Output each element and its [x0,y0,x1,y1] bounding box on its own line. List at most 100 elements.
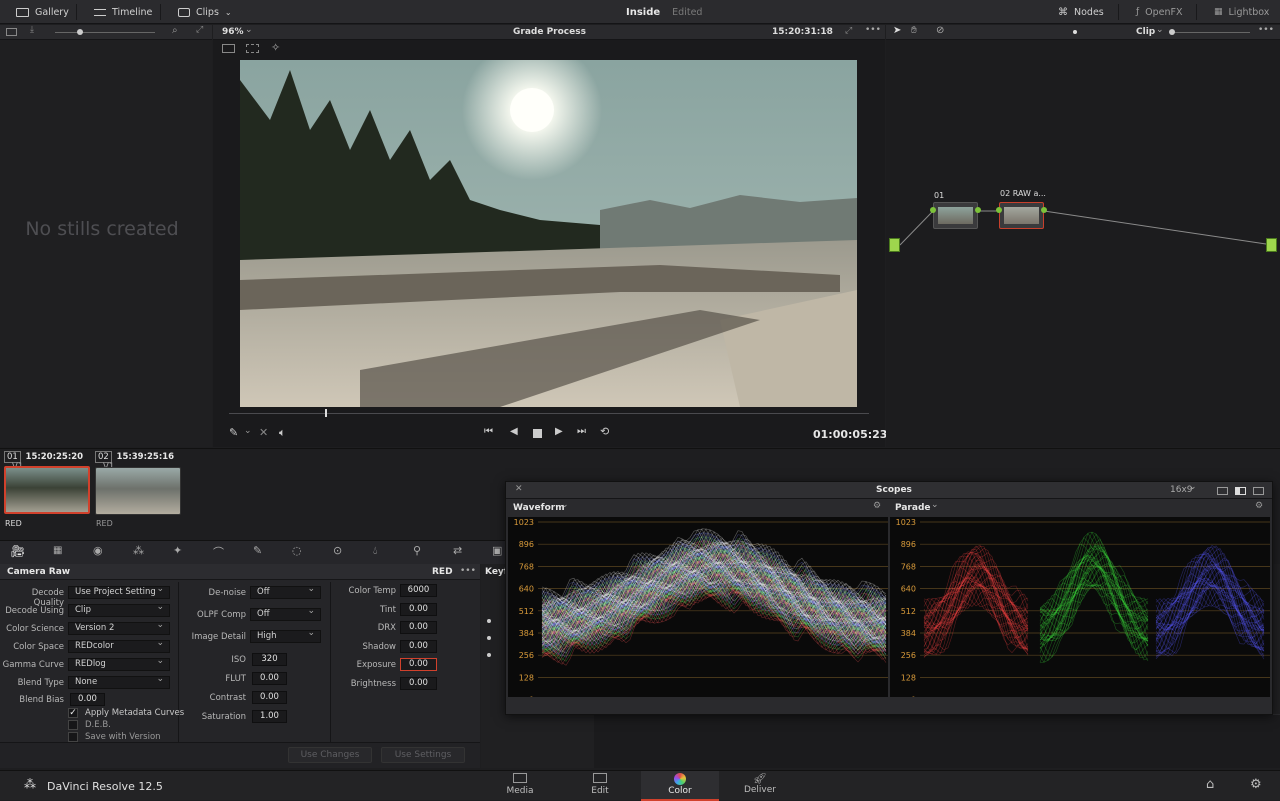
viewer-title[interactable]: Grade Process [513,27,586,37]
raw-mid-dropdown[interactable]: High [250,628,321,643]
gallery-zoom-slider[interactable] [55,32,155,33]
raw-mid-num-field[interactable]: 320 [252,653,287,666]
camera-raw-icon[interactable]: 🎥︎ [10,544,25,558]
keyframe-track-dot[interactable] [487,619,491,623]
search-icon[interactable]: ⌕ [172,25,178,36]
chevron-down-icon[interactable]: ⌄ [579,25,587,35]
loop-icon[interactable]: ⟲ [600,425,609,438]
timeline-button[interactable]: Timeline [94,0,152,24]
blur-icon[interactable]: 💧︎ [373,544,377,558]
clips-button[interactable]: Clips ⌄ [178,0,232,24]
step-back-icon[interactable]: ◀ [510,426,518,437]
chevron-down-icon[interactable]: ⌄ [931,500,939,510]
raw-mid-dropdown[interactable]: Off [250,606,321,621]
rgb-mixer-icon[interactable]: ⁂ [133,544,144,557]
curves-icon[interactable]: ⌒ [213,544,224,560]
split-view-icon[interactable] [222,44,235,53]
keyframe-track-dot[interactable] [487,653,491,657]
keyframe-track-dot[interactable] [487,636,491,640]
node-2[interactable] [999,202,1044,229]
sizing-icon[interactable]: ⇄ [453,544,462,557]
raw-mid-num-field[interactable]: 0.00 [252,672,287,685]
play-icon[interactable]: ▶ [555,426,563,437]
node-input[interactable] [889,238,900,252]
fullscreen-icon[interactable]: ⤢ [845,26,852,36]
gallery-view-icon[interactable] [6,28,17,36]
raw-right-field[interactable]: 0.00 [400,658,437,672]
skip-back-icon[interactable]: ⏮︎ [484,426,493,437]
raw-mid-num-field[interactable]: 0.00 [252,691,287,704]
raw-right-field[interactable]: 0.00 [400,602,437,616]
openfx-button[interactable]: ƒ OpenFX [1136,0,1183,24]
media-page-button[interactable]: Media [481,771,559,801]
raw-left-dropdown[interactable]: REDlog [68,656,170,671]
node-dot[interactable] [996,207,1002,213]
playhead[interactable] [325,409,327,417]
color-match-icon[interactable]: ▦ [53,545,62,556]
chevron-down-icon[interactable]: ⌄ [1189,482,1197,492]
node-output[interactable] [1266,238,1277,252]
deb-checkbox[interactable] [68,720,78,730]
eyedropper-icon[interactable]: ✎ [229,426,238,439]
nodes-button[interactable]: ⌘ Nodes [1058,0,1104,24]
gear-icon[interactable]: ⚙︎ [1250,777,1262,792]
color-page-button[interactable]: Color [641,771,719,801]
scope-settings-icon[interactable]: ⚙︎ [873,501,881,511]
lightbox-button[interactable]: ▦ Lightbox [1214,0,1269,24]
use-settings-button[interactable]: Use Settings [381,747,465,763]
chevron-down-icon[interactable]: ⌄ [244,426,252,436]
grid-icon[interactable] [246,44,259,53]
quad-view-icon[interactable] [1253,487,1264,495]
3d-icon[interactable]: ▣ [492,544,502,557]
raw-right-field[interactable]: 0.00 [400,677,437,690]
qualifier-icon[interactable]: ✎ [253,544,262,557]
raw-right-field[interactable]: 0.00 [400,639,437,653]
save-with-version-checkbox[interactable] [68,732,78,742]
more-options-icon[interactable]: ••• [460,566,476,576]
scope-settings-icon[interactable]: ⚙︎ [1255,501,1263,511]
edit-page-button[interactable]: Edit [561,771,639,801]
raw-right-field[interactable]: 0.00 [400,621,437,635]
more-options-icon[interactable]: ••• [865,25,881,35]
node-dot[interactable] [975,207,981,213]
raw-left-dropdown[interactable]: Use Project Setting [68,584,170,599]
blend-bias-field[interactable]: 0.00 [70,693,105,706]
color-wheels-icon[interactable]: ◉ [93,544,103,557]
parade-select[interactable]: Parade [895,503,931,513]
magic-wand-icon[interactable]: ✧ [271,41,280,54]
use-changes-button[interactable]: Use Changes [288,747,372,763]
slider-handle[interactable] [77,29,83,35]
clip-2-thumbnail[interactable] [95,467,181,515]
key-icon[interactable]: ⚲ [413,544,421,557]
clip-1-thumbnail[interactable] [4,466,90,514]
stop-icon[interactable] [533,429,542,438]
gallery-button[interactable]: Gallery [16,0,69,24]
skip-forward-icon[interactable]: ⏭︎ [577,426,586,437]
window-icon[interactable]: ◌ [292,544,302,557]
raw-left-dropdown[interactable]: None [68,674,170,689]
expand-icon[interactable]: ⤢ [196,25,203,35]
node-dot[interactable] [1041,207,1047,213]
raw-left-dropdown[interactable]: Version 2 [68,620,170,635]
node-1[interactable] [933,202,978,229]
dual-view-icon[interactable] [1235,487,1246,495]
speaker-icon[interactable]: 🔈︎ [279,426,286,440]
zoom-level[interactable]: 96% [222,27,244,37]
waveform-select[interactable]: Waveform [513,503,565,513]
close-icon[interactable]: ✕ [259,426,268,439]
chevron-down-icon[interactable]: ⌄ [561,500,569,510]
tracker-icon[interactable]: ⊙ [333,544,342,557]
raw-mid-dropdown[interactable]: Off [250,584,321,599]
raw-left-dropdown[interactable]: Clip [68,602,170,617]
chevron-down-icon[interactable]: ⌄ [245,25,253,35]
home-icon[interactable]: ⌂ [1206,777,1214,792]
close-icon[interactable]: ✕ [515,484,523,494]
raw-mid-num-field[interactable]: 1.00 [252,710,287,723]
deliver-page-button[interactable]: 🚀︎ Deliver [721,771,799,801]
node-dot[interactable] [930,207,936,213]
download-icon[interactable]: ⤓ [30,25,34,35]
apply-metadata-curves-checkbox[interactable]: ✓ [68,708,78,718]
raw-right-field[interactable]: 6000 [400,584,437,597]
motion-effects-icon[interactable]: ✦ [173,544,182,557]
raw-left-dropdown[interactable]: REDcolor [68,638,170,653]
